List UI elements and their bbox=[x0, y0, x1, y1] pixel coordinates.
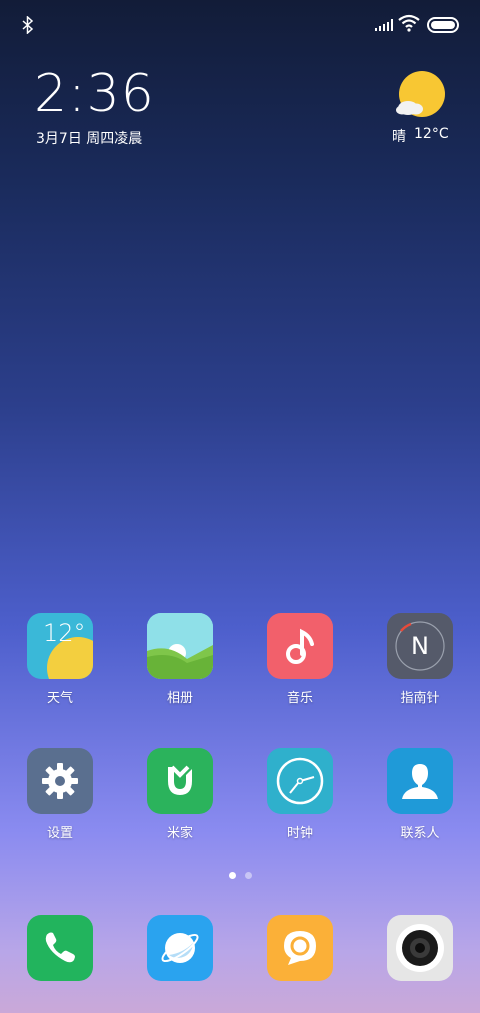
dock bbox=[0, 915, 480, 981]
browser-icon[interactable] bbox=[147, 915, 213, 981]
weather-tile-temp: 12° bbox=[43, 619, 86, 647]
weather-summary[interactable]: 晴 12°C bbox=[392, 126, 449, 146]
compass-letter: N bbox=[411, 632, 429, 660]
partly-sunny-icon[interactable] bbox=[394, 70, 446, 122]
app-label: 设置 bbox=[46, 826, 73, 841]
app-label: 联系人 bbox=[400, 826, 440, 841]
app-contacts[interactable]: 联系人 bbox=[360, 748, 480, 841]
contacts-icon[interactable] bbox=[387, 748, 453, 814]
app-label: 米家 bbox=[166, 826, 193, 841]
dock-camera[interactable] bbox=[360, 915, 480, 981]
dock-messages[interactable] bbox=[240, 915, 360, 981]
weather-condition: 晴 bbox=[392, 129, 406, 145]
weather-temperature: 12°C bbox=[414, 126, 449, 142]
wifi-icon bbox=[398, 14, 420, 32]
app-mijia[interactable]: 米家 bbox=[120, 748, 240, 841]
page-dot-1[interactable] bbox=[228, 872, 236, 879]
app-clock[interactable]: 时钟 bbox=[240, 748, 360, 841]
page-dot-2[interactable] bbox=[244, 872, 252, 879]
app-settings[interactable]: 设置 bbox=[0, 748, 120, 841]
app-compass[interactable]: N 指南针 bbox=[360, 613, 480, 706]
status-bar bbox=[0, 0, 480, 50]
phone-icon[interactable] bbox=[27, 915, 93, 981]
app-row-2: 设置 米家 时钟 联系人 bbox=[0, 748, 480, 841]
settings-icon[interactable] bbox=[27, 748, 93, 814]
battery-icon bbox=[427, 17, 459, 33]
weather-icon[interactable]: 12° bbox=[27, 613, 93, 679]
app-weather[interactable]: 12° 天气 bbox=[0, 613, 120, 706]
app-label: 天气 bbox=[46, 691, 73, 706]
app-music[interactable]: 音乐 bbox=[240, 613, 360, 706]
app-gallery[interactable]: 相册 bbox=[120, 613, 240, 706]
messages-icon[interactable] bbox=[267, 915, 333, 981]
app-label: 时钟 bbox=[286, 826, 313, 841]
clock-time[interactable]: 2:36 bbox=[34, 64, 155, 124]
compass-icon[interactable]: N bbox=[387, 613, 453, 679]
gallery-icon[interactable] bbox=[147, 613, 213, 679]
app-row-1: 12° 天气 相册 音乐 N 指南针 bbox=[0, 613, 480, 706]
clock-date: 3月7日 周四凌晨 bbox=[36, 131, 143, 147]
mijia-icon[interactable] bbox=[147, 748, 213, 814]
app-label: 相册 bbox=[166, 691, 193, 706]
dock-browser[interactable] bbox=[120, 915, 240, 981]
signal-icon bbox=[375, 19, 393, 31]
page-indicator[interactable] bbox=[0, 872, 480, 879]
clock-icon[interactable] bbox=[267, 748, 333, 814]
app-label: 音乐 bbox=[286, 691, 313, 706]
camera-icon[interactable] bbox=[387, 915, 453, 981]
bluetooth-icon bbox=[22, 16, 34, 34]
music-icon[interactable] bbox=[267, 613, 333, 679]
dock-phone[interactable] bbox=[0, 915, 120, 981]
app-label: 指南针 bbox=[400, 691, 440, 706]
